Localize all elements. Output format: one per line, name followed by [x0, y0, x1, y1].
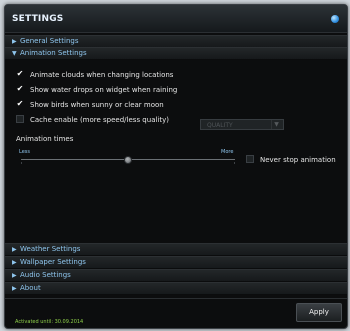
expand-arrow-icon: ▶ — [12, 272, 17, 279]
checkbox-unchecked-icon[interactable] — [16, 115, 24, 123]
expand-arrow-icon: ▶ — [12, 246, 17, 253]
option-label: Show birds when sunny or clear moon — [30, 101, 164, 109]
slider-thumb[interactable] — [124, 156, 132, 164]
slider-tick — [234, 162, 235, 164]
window-title: SETTINGS — [12, 14, 64, 24]
checkbox-checked-icon[interactable]: ✔ — [16, 85, 24, 93]
collapse-arrow-icon: ▼ — [12, 50, 17, 57]
expand-arrow-icon: ▶ — [12, 38, 17, 45]
checkbox-checked-icon[interactable]: ✔ — [16, 100, 24, 108]
quality-select-value: QUALITY — [207, 122, 233, 129]
option-cache-enable[interactable]: Cache enable (more speed/less quality) — [16, 115, 169, 125]
section-label: General Settings — [20, 37, 79, 45]
section-label: Animation Settings — [20, 49, 87, 57]
expand-arrow-icon: ▶ — [12, 285, 17, 292]
section-about[interactable]: ▶ About — [5, 282, 347, 295]
footer-divider — [5, 298, 347, 299]
apply-button[interactable]: Apply — [296, 303, 342, 322]
title-bar: SETTINGS — [5, 5, 347, 33]
animation-times-title: Animation times — [16, 135, 74, 143]
checkbox-checked-icon[interactable]: ✔ — [16, 70, 24, 78]
option-animate-clouds[interactable]: ✔ Animate clouds when changing locations — [16, 70, 174, 80]
activation-status: Activated until: 30.09.2014 — [15, 319, 84, 325]
section-animation-settings[interactable]: ▼ Animation Settings — [5, 47, 347, 60]
option-label: Show water drops on widget when raining — [30, 86, 178, 94]
section-audio-settings[interactable]: ▶ Audio Settings — [5, 269, 347, 282]
section-label: Wallpaper Settings — [20, 258, 86, 266]
section-wallpaper-settings[interactable]: ▶ Wallpaper Settings — [5, 256, 347, 269]
option-water-drops[interactable]: ✔ Show water drops on widget when raining — [16, 85, 178, 95]
chevron-down-icon: ▼ — [271, 120, 281, 129]
option-label: Animate clouds when changing locations — [30, 71, 174, 79]
settings-window: SETTINGS ▶ General Settings ▼ Animation Se… — [4, 4, 348, 329]
section-label: Weather Settings — [20, 245, 81, 253]
section-label: Audio Settings — [20, 271, 71, 279]
option-never-stop-animation[interactable]: Never stop animation — [246, 155, 336, 165]
quality-select[interactable]: QUALITY ▼ — [200, 119, 284, 130]
option-label: Never stop animation — [260, 156, 336, 164]
slider-tick — [21, 162, 22, 164]
option-show-birds[interactable]: ✔ Show birds when sunny or clear moon — [16, 100, 164, 110]
checkbox-unchecked-icon[interactable] — [246, 155, 254, 163]
slider-min-label: Less — [19, 149, 30, 155]
status-dot-icon[interactable] — [331, 15, 339, 23]
section-label: About — [20, 284, 41, 292]
slider-max-label: More — [221, 149, 234, 155]
expand-arrow-icon: ▶ — [12, 259, 17, 266]
section-weather-settings[interactable]: ▶ Weather Settings — [5, 243, 347, 256]
option-label: Cache enable (more speed/less quality) — [30, 116, 169, 124]
